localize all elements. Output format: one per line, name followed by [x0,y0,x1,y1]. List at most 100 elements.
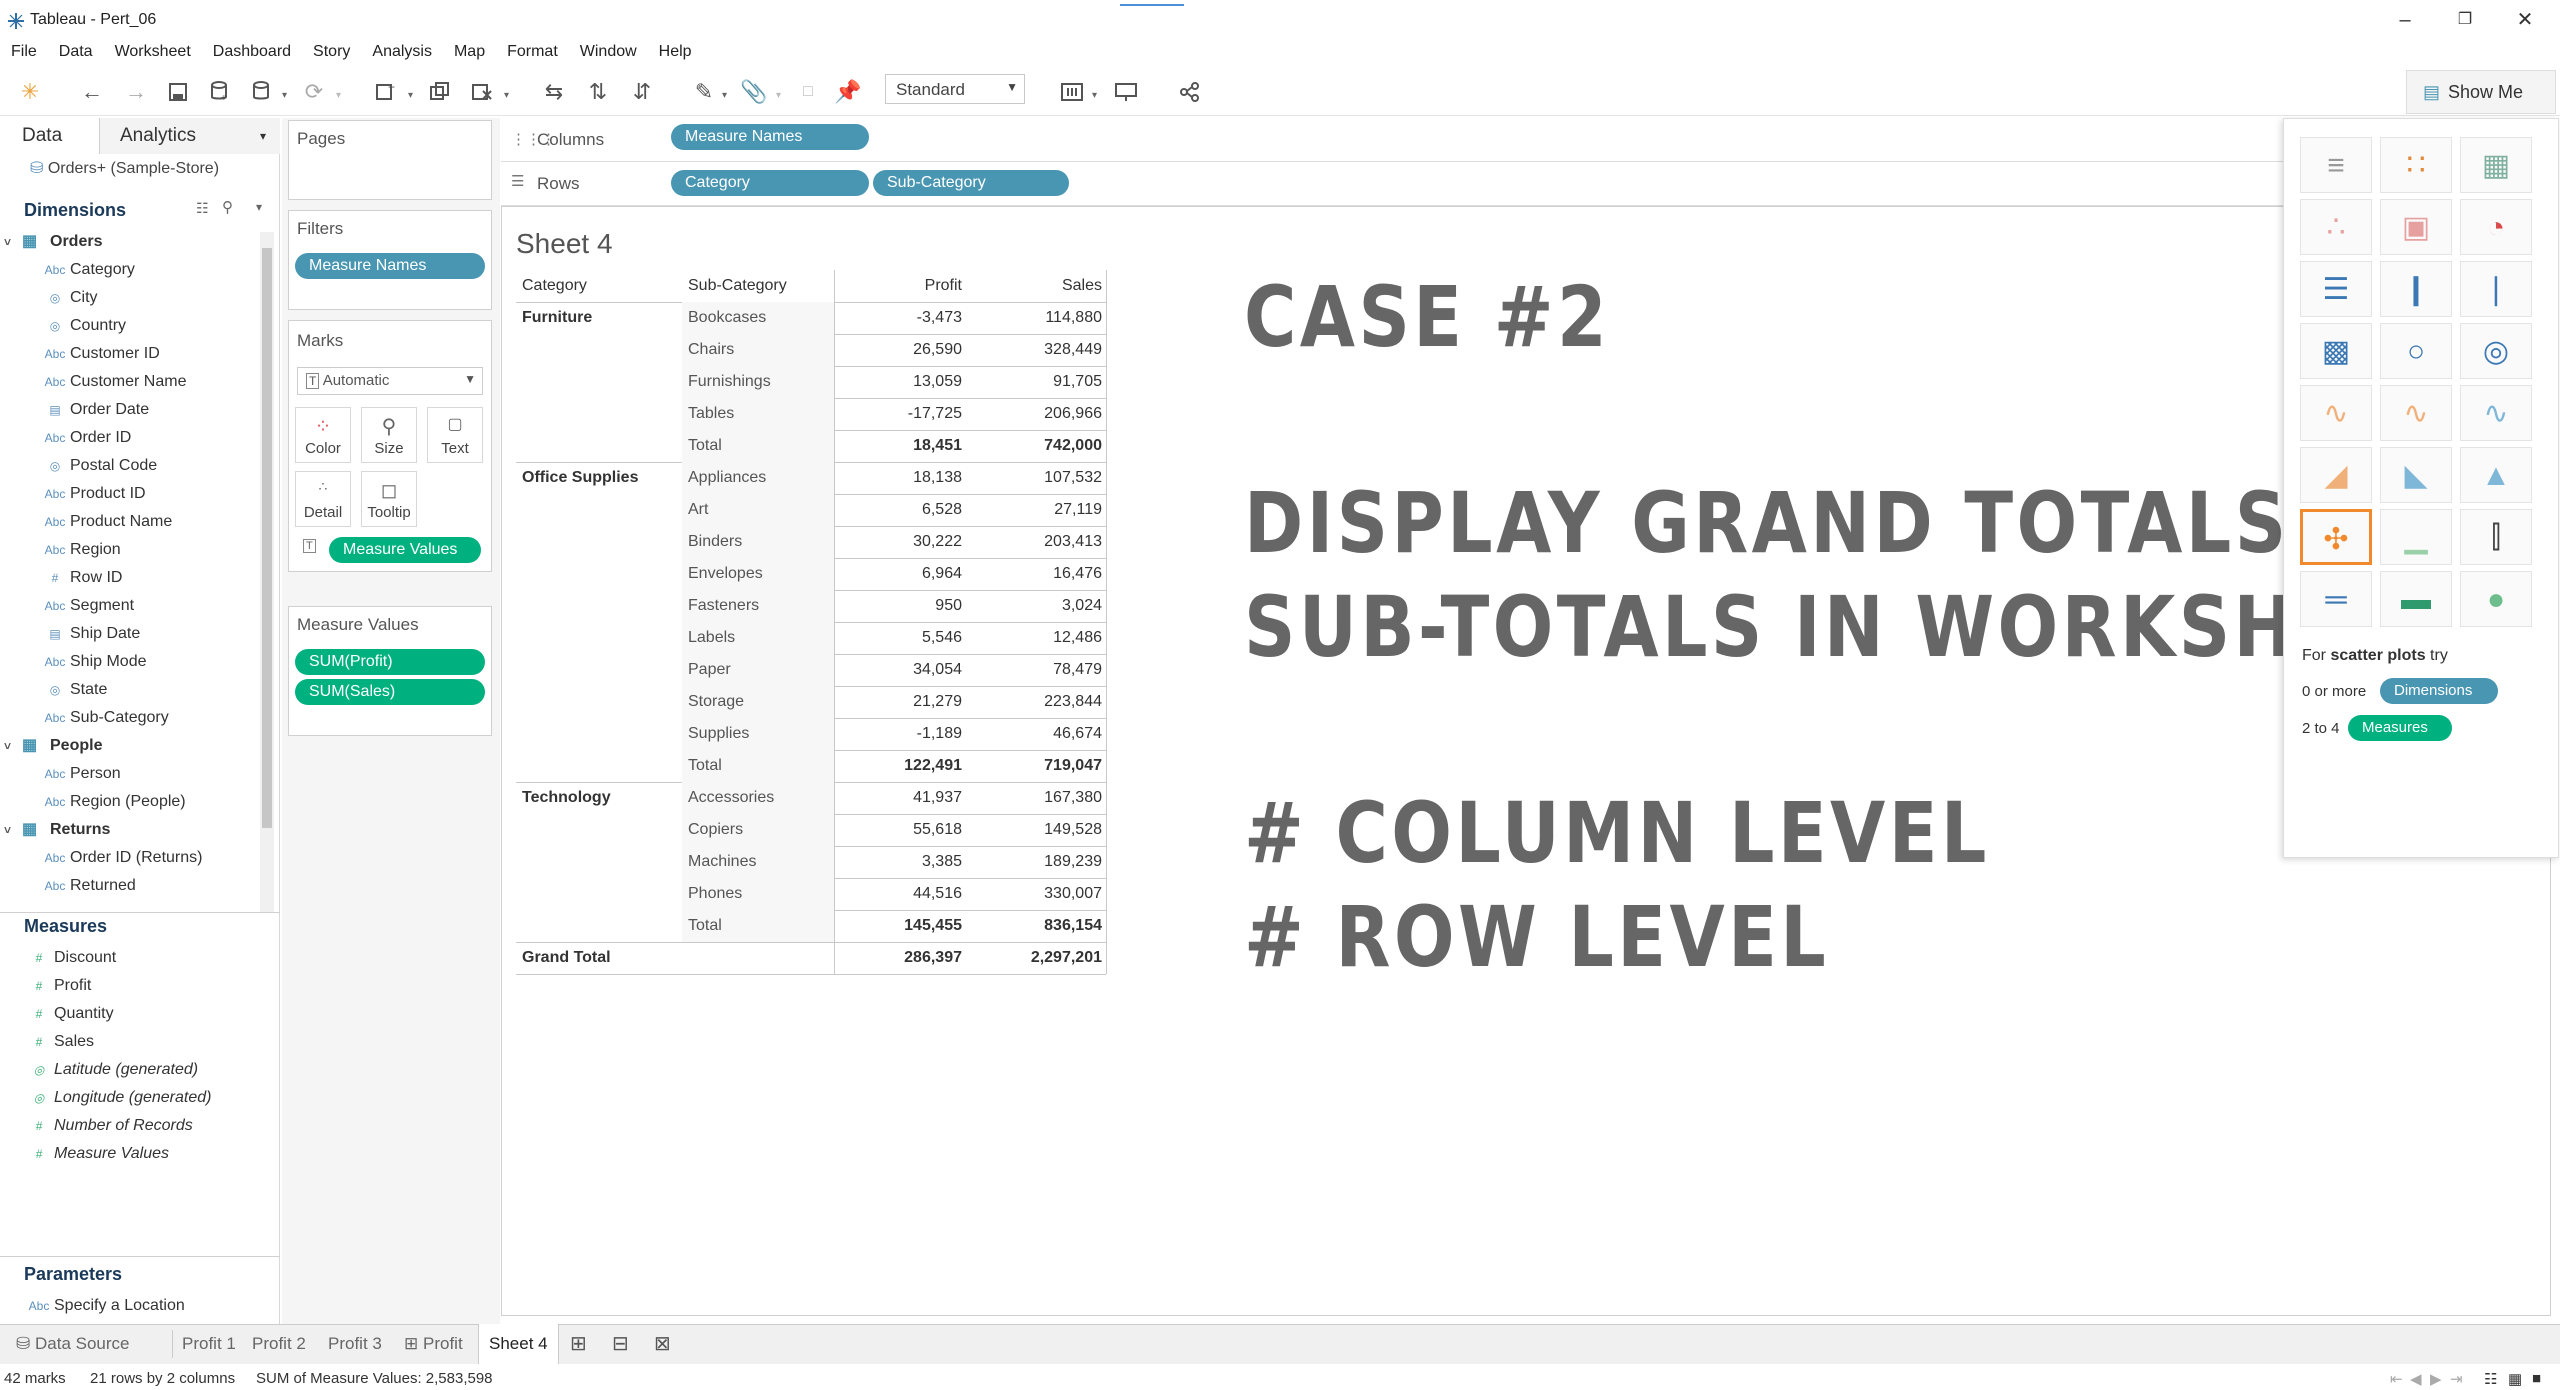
nav-next-icon[interactable]: ▶ [2430,1370,2442,1388]
new-datasource-icon[interactable]: + [206,78,234,106]
measure-field[interactable]: ◎ Latitude (generated) [24,1056,198,1084]
chevron-down-icon[interactable]: ▾ [256,200,262,214]
mark-type-select[interactable]: T Automatic ▼ [297,367,483,395]
text-pill-measure-values[interactable]: Measure Values [329,537,481,563]
menu-file[interactable]: File [0,40,48,64]
rows-pill-category[interactable]: Category [671,170,869,196]
dimension-field[interactable]: Abc Product Name [40,508,173,536]
dimension-field[interactable]: Abc Returned [40,872,136,900]
measure-field[interactable]: ◎ Longitude (generated) [24,1084,212,1112]
chart-type-symbol-map-icon[interactable]: ∴ [2300,199,2372,255]
dimension-field[interactable]: Abc Product ID [40,480,146,508]
datasource-item[interactable]: ⛁ Orders+ (Sample-Store) [30,158,219,178]
chart-type-highlight-table-icon[interactable]: ▦ [2460,137,2532,193]
detail-button[interactable]: ∴ Detail [295,471,351,527]
tabs-view-icon[interactable]: ■ [2532,1370,2541,1387]
presentation-mode-icon[interactable] [1112,78,1140,106]
menu-dashboard[interactable]: Dashboard [202,40,302,64]
measure-field[interactable]: # Quantity [24,1000,114,1028]
clear-sheet-icon[interactable] [468,78,496,106]
dimensions-scrollbar[interactable] [260,232,274,912]
group-members-icon[interactable]: 📎 [740,78,768,106]
save-icon[interactable] [164,78,192,106]
dimension-field[interactable]: ◎ State [40,676,108,704]
menu-map[interactable]: Map [443,40,496,64]
menu-help[interactable]: Help [648,40,703,64]
tab-profit[interactable]: ⊞ Profit [394,1324,473,1364]
dimension-field[interactable]: # Row ID [40,564,123,592]
tab-profit-3[interactable]: Profit 3 [318,1324,392,1364]
measure-field[interactable]: # Discount [24,944,117,972]
parameter-item[interactable]: Abc Specify a Location [24,1292,185,1320]
chart-type-packed-bubbles-icon[interactable]: ● [2460,571,2532,627]
measure-field[interactable]: # Measure Values [24,1140,169,1168]
table-group-people[interactable]: ˅ ▦ People [4,732,102,760]
refresh-icon[interactable]: ⟳ [300,78,328,106]
swap-rows-columns-icon[interactable]: ⇆ [540,78,568,106]
fit-icon[interactable] [1058,78,1086,106]
sheet-sorter-icon[interactable]: ▦ [2508,1370,2522,1388]
nav-last-icon[interactable]: ⇥ [2450,1370,2463,1388]
dimension-field[interactable]: Abc Segment [40,592,134,620]
tab-sheet-4[interactable]: Sheet 4 [478,1324,559,1364]
tab-data-source[interactable]: ⛁ Data Source [6,1324,139,1364]
chart-type-box-whisker-icon[interactable]: ⫿ [2460,509,2532,565]
view-toggle-icon[interactable]: ☷ [196,200,209,217]
measure-pill-sum-profit[interactable]: SUM(Profit) [295,649,485,675]
measure-field[interactable]: # Sales [24,1028,94,1056]
chart-type-area-continuous-icon[interactable]: ◢ [2300,447,2372,503]
chart-type-stacked-bars-icon[interactable]: ❙ [2380,261,2452,317]
columns-pill-measure-names[interactable]: Measure Names [671,124,869,150]
new-worksheet-icon[interactable]: + [372,78,400,106]
chart-type-horizontal-bars-icon[interactable]: ☰ [2300,261,2372,317]
chevron-down-icon[interactable]: ▾ [282,90,290,101]
chart-type-discrete-lines-icon[interactable]: ∿ [2380,385,2452,441]
tab-profit-1[interactable]: Profit 1 [172,1324,246,1364]
dimension-field[interactable]: ▤ Ship Date [40,620,140,648]
chart-type-heat-map-icon[interactable]: ∷ [2380,137,2452,193]
columns-shelf[interactable]: ⋮⋮⋮ Columns Measure Names [501,118,2283,162]
fix-axes-icon[interactable]: 📌 [834,78,862,106]
nav-prev-icon[interactable]: ◀ [2410,1370,2422,1388]
chart-type-bullet-graph-icon[interactable]: ▬ [2380,571,2452,627]
sort-descending-icon[interactable]: ⇵ [628,78,656,106]
chart-type-filled-map-icon[interactable]: ▣ [2380,199,2452,255]
measure-pill-sum-sales[interactable]: SUM(Sales) [295,679,485,705]
new-dashboard-tab-icon[interactable]: ⊟ [602,1324,639,1364]
duplicate-sheet-icon[interactable] [426,78,454,106]
chart-type-histogram-icon[interactable]: ▁ [2380,509,2452,565]
chart-type-area-discrete-icon[interactable]: ◣ [2380,447,2452,503]
text-button[interactable]: ▢ Text [427,407,483,463]
chevron-down-icon[interactable]: ▾ [1092,90,1100,101]
tab-data[interactable]: Data [0,118,100,154]
dimension-field[interactable]: Abc Region (People) [40,788,186,816]
chevron-down-icon[interactable]: ▾ [776,90,784,101]
dimension-field[interactable]: Abc Person [40,760,121,788]
chart-type-treemap-icon[interactable]: ▩ [2300,323,2372,379]
chart-type-pie-chart-icon[interactable]: ◔ [2460,199,2532,255]
dimension-field[interactable]: ▤ Order Date [40,396,149,424]
filters-card[interactable]: Filters Measure Names [288,210,492,310]
tab-analytics[interactable]: Analytics ▾ [100,118,280,154]
chart-type-side-by-side-bars-icon[interactable]: ❘ [2460,261,2532,317]
color-button[interactable]: ⁘ Color [295,407,351,463]
menu-story[interactable]: Story [302,40,361,64]
filmstrip-view-icon[interactable]: ☷ [2484,1370,2497,1388]
menu-format[interactable]: Format [496,40,569,64]
highlight-icon[interactable]: ✎ [690,78,718,106]
chevron-down-icon[interactable]: ▾ [408,90,416,101]
chart-type-scatter-plot-icon[interactable]: ✣ [2300,509,2372,565]
dimension-field[interactable]: Abc Region [40,536,121,564]
chart-type-continuous-lines-icon[interactable]: ∿ [2300,385,2372,441]
chevron-down-icon[interactable]: ˅ [4,732,22,760]
show-mark-labels-icon[interactable]: □ [794,78,822,106]
scrollbar-thumb[interactable] [262,248,272,828]
tab-profit-2[interactable]: Profit 2 [242,1324,316,1364]
dimension-field[interactable]: Abc Order ID (Returns) [40,844,203,872]
measure-field[interactable]: # Number of Records [24,1112,193,1140]
rows-shelf[interactable]: ☰ Rows Category Sub-Category [501,162,2283,206]
chart-type-gantt-icon[interactable]: ═ [2300,571,2372,627]
new-worksheet-tab-icon[interactable]: ⊞ [560,1324,597,1364]
dimension-field[interactable]: ◎ City [40,284,98,312]
restore-button[interactable]: ❐ [2440,4,2490,36]
